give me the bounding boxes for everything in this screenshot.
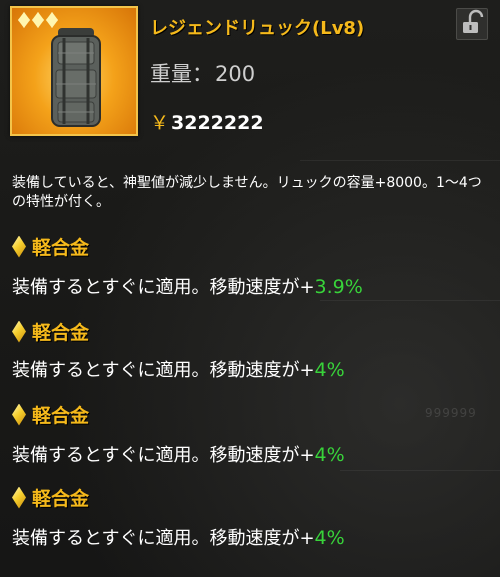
- trait-effect: 装備するとすぐに適用。移動速度が+3.9%: [12, 273, 363, 299]
- trait-gem-icon: [12, 403, 26, 426]
- diamond-icon: [32, 12, 44, 28]
- item-title: レジェンドリュック(Lv8): [150, 18, 365, 39]
- item-weight: 重量：200: [150, 58, 255, 88]
- trait-gem-icon: [12, 235, 26, 258]
- trait-effect-text: 装備するとすぐに適用。移動速度が+: [12, 445, 315, 466]
- trait-effect-value: 4%: [314, 444, 345, 466]
- lock-button[interactable]: [456, 8, 488, 40]
- trait-effect-text: 装備するとすぐに適用。移動速度が+: [12, 360, 315, 381]
- diamond-icon: [18, 12, 30, 28]
- trait-name: 軽合金: [12, 318, 89, 345]
- trait-name-label: 軽合金: [32, 237, 90, 259]
- item-image-frame: [10, 6, 138, 136]
- background-number: 999999: [425, 406, 477, 420]
- trait-gem-icon: [12, 486, 26, 509]
- trait-effect: 装備するとすぐに適用。移動速度が+4%: [12, 441, 345, 467]
- trait-name: 軽合金: [12, 233, 89, 260]
- weight-value: 200: [215, 62, 256, 86]
- trait-name: 軽合金: [12, 484, 89, 511]
- trait-effect-value: 3.9%: [314, 276, 363, 298]
- trait-effect: 装備するとすぐに適用。移動速度が+4%: [12, 356, 345, 382]
- price-value: 3222222: [171, 112, 264, 134]
- item-price: ￥ 3222222: [150, 108, 264, 135]
- trait-name-label: 軽合金: [32, 322, 90, 344]
- trait-effect-text: 装備するとすぐに適用。移動速度が+: [12, 528, 315, 549]
- trait-name-label: 軽合金: [32, 405, 90, 427]
- lock-open-icon: [463, 9, 484, 33]
- currency-symbol: ￥: [150, 112, 170, 134]
- trait-name: 軽合金: [12, 401, 89, 428]
- trait-gem-icon: [12, 320, 26, 343]
- trait-effect: 装備するとすぐに適用。移動速度が+4%: [12, 524, 345, 550]
- backpack-icon: [51, 28, 101, 127]
- trait-name-label: 軽合金: [32, 488, 90, 510]
- trait-effect-value: 4%: [314, 359, 345, 381]
- weight-label: 重量：: [150, 62, 213, 86]
- trait-effect-value: 4%: [314, 527, 345, 549]
- item-description: 装備していると、神聖値が減少しません。リュックの容量+8000。1～4つの特性が…: [12, 175, 482, 210]
- trait-effect-text: 装備するとすぐに適用。移動速度が+: [12, 277, 315, 298]
- item-tooltip-panel: レジェンドリュック(Lv8) 重量：200 ￥ 3222222 装備していると、神…: [0, 0, 500, 577]
